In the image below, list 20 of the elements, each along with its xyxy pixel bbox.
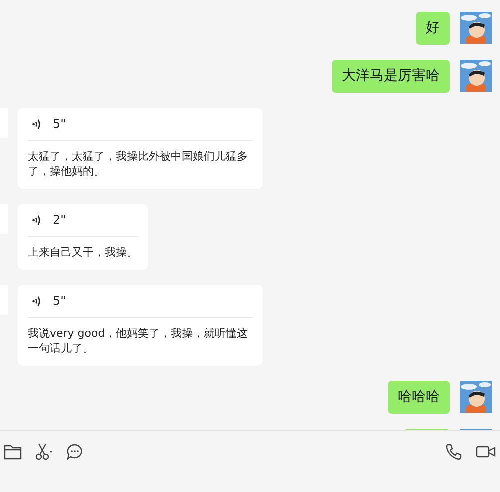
voice-message[interactable]: 5" 太猛了，太猛了，我操比外被中国娘们儿猛多了，操他妈的。 (18, 108, 263, 189)
voice-icon (32, 214, 41, 226)
voice-duration: 5" (53, 117, 66, 131)
voice-message[interactable]: 5" 我说very good，他妈笑了，我操，就听懂这一句话儿了。 (18, 285, 263, 366)
voice-duration: 5" (53, 294, 66, 308)
message-bubble: 大洋马是厉害哈 (332, 60, 450, 93)
message-bubble: 哈哈哈 (388, 381, 450, 414)
transcript-text: 上来自己又干，我操。 (28, 245, 138, 260)
phone-icon[interactable] (445, 443, 463, 461)
voice-icon (32, 118, 41, 130)
scissors-icon[interactable] (35, 443, 53, 461)
chat-icon[interactable] (66, 443, 84, 461)
transcript-text: 我说very good，他妈笑了，我操，就听懂这一句话儿了。 (28, 326, 250, 356)
message-bubble: 好 (416, 12, 450, 45)
video-icon[interactable] (476, 445, 496, 459)
voice-icon (32, 294, 41, 308)
folder-icon[interactable] (4, 443, 22, 461)
voice-duration: 2" (53, 213, 66, 227)
transcript-text: 太猛了，太猛了，我操比外被中国娘们儿猛多了，操他妈的。 (28, 149, 249, 179)
voice-message[interactable]: 2" 上来自己又干，我操。 (18, 204, 148, 270)
